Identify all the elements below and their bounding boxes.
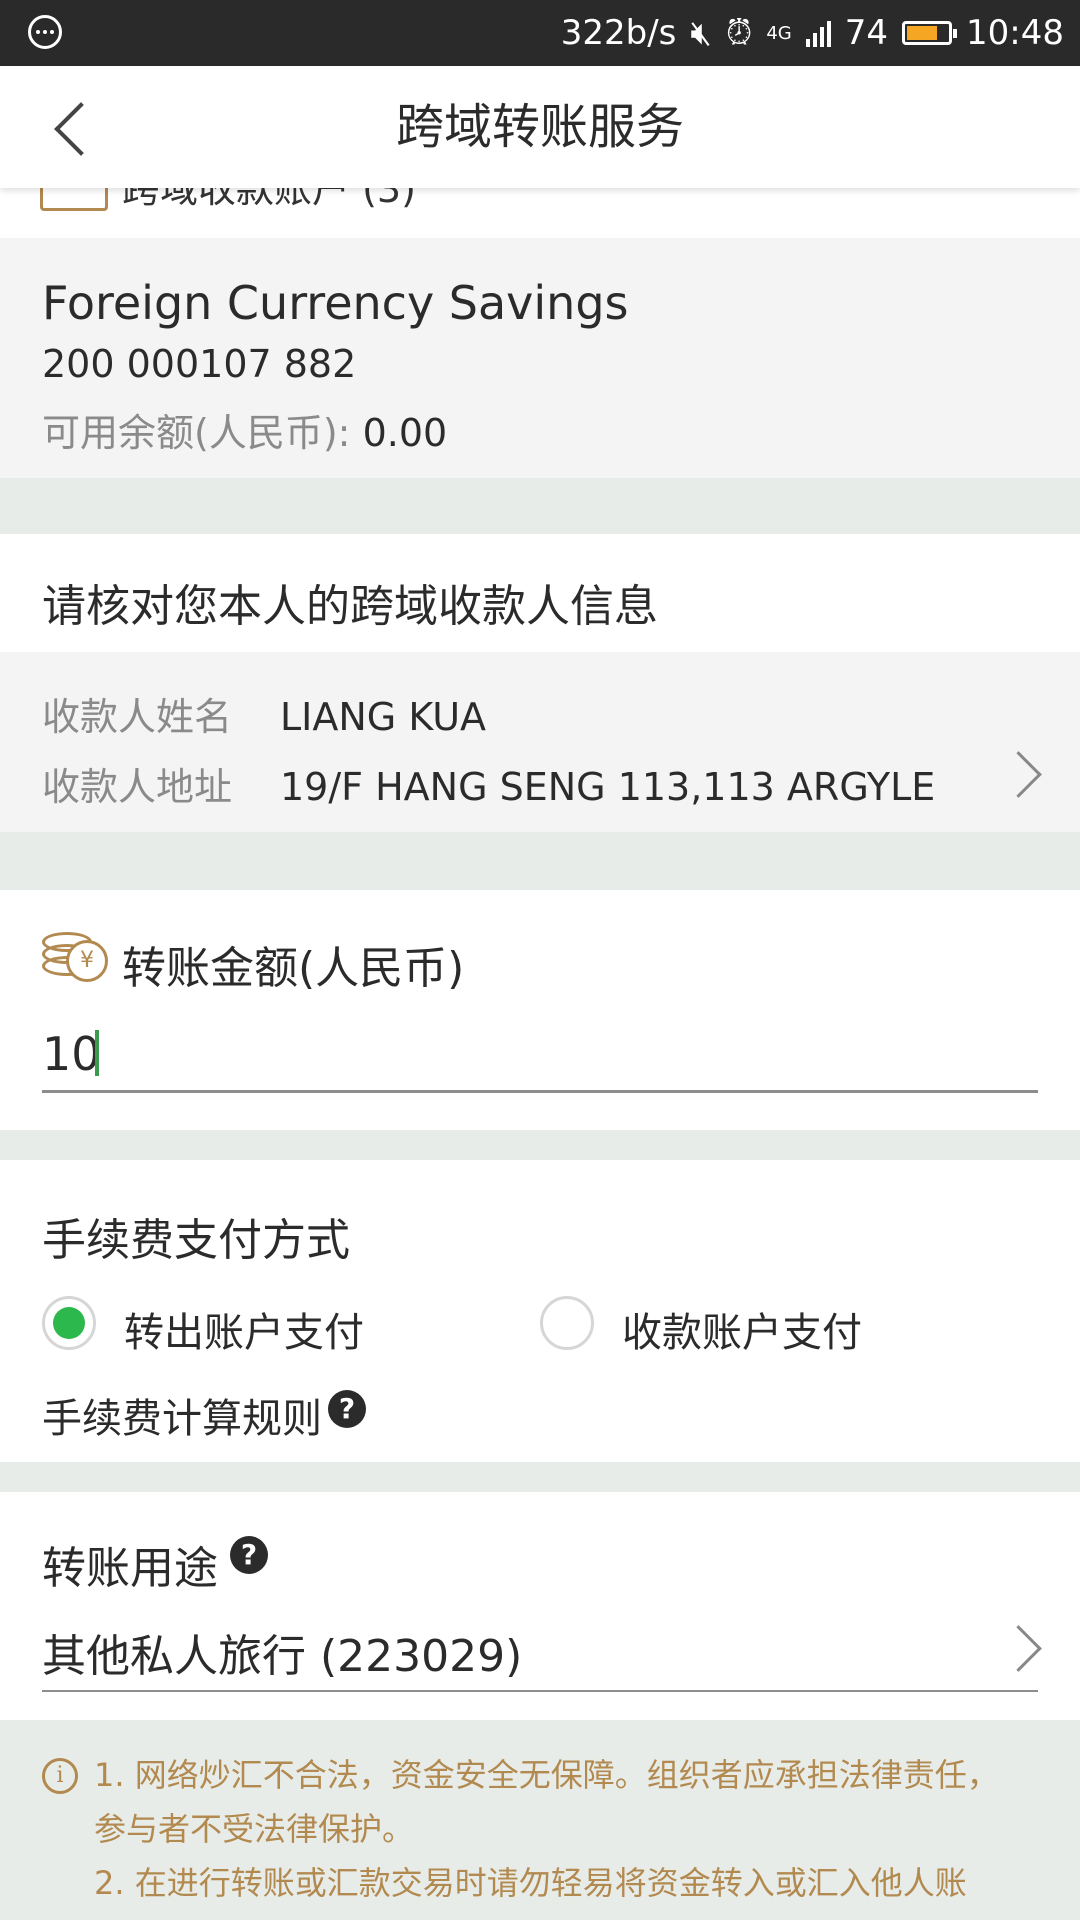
battery-level: 74 <box>844 13 889 53</box>
coins-icon: ¥ <box>42 928 108 982</box>
amount-section <box>0 890 1080 1130</box>
payee-section-title: 请核对您本人的跨域收款人信息 <box>42 581 658 632</box>
help-icon[interactable]: ? <box>328 1390 366 1428</box>
payee-name-value: LIANG KUA <box>280 695 487 739</box>
network-type: 4G <box>766 22 792 44</box>
payee-name-label: 收款人姓名 <box>42 695 233 739</box>
payee-address-value: 19/F HANG SENG 113,113 ARGYLE <box>280 765 936 809</box>
fee-section: 手续费支付方式 转出账户支付 收款账户支付 手续费计算规则 ? <box>0 1160 1080 1462</box>
page-title: 跨域转账服务 <box>395 99 684 155</box>
fee-receiving-radio[interactable] <box>540 1296 594 1350</box>
clock: 10:48 <box>966 13 1064 53</box>
signal-icon <box>805 19 831 47</box>
status-indicators: 322b/s 🔇︎ ⏰︎ 4G 74 10:48 <box>561 0 1064 66</box>
fee-outgoing-radio[interactable] <box>42 1296 96 1350</box>
purpose-section[interactable]: 转账用途 ? 其他私人旅行 (223029) <box>0 1492 1080 1720</box>
amount-label: 转账金额(人民币) <box>122 943 465 994</box>
notice-panel: i 1. 网络炒汇不合法，资金安全无保障。组织者应承担法律责任， 参与者不受法律… <box>0 1720 1080 1920</box>
source-account-card: Foreign Currency Savings 200 000107 882 … <box>0 238 1080 478</box>
payee-address-row: 收款人地址 19/F HANG SENG 113,113 ARGYLE <box>42 756 935 811</box>
help-icon[interactable]: ? <box>230 1536 268 1574</box>
account-number: 200 000107 882 <box>42 342 357 386</box>
fee-section-title: 手续费支付方式 <box>42 1215 350 1266</box>
chevron-right-icon[interactable] <box>995 1625 1042 1672</box>
balance-value: 0.00 <box>362 411 448 455</box>
text-cursor <box>95 1030 99 1076</box>
notice-line-2: 参与者不受法律保护。 <box>94 1810 415 1848</box>
cutoff-row-label: 跨域收款账户 (3) <box>122 188 416 211</box>
battery-icon <box>902 21 958 45</box>
chevron-right-icon[interactable] <box>995 751 1042 798</box>
account-balance: 可用余额(人民币): 0.00 <box>42 402 447 457</box>
info-icon: i <box>42 1758 78 1794</box>
network-speed: 322b/s <box>560 13 677 53</box>
payee-name-row: 收款人姓名 LIANG KUA <box>42 686 486 741</box>
amount-input[interactable] <box>42 1018 1038 1093</box>
payee-info-row[interactable]: 收款人姓名 LIANG KUA 收款人地址 19/F HANG SENG 113,1… <box>0 652 1080 832</box>
balance-label: 可用余额(人民币): <box>42 411 351 455</box>
more-icon <box>28 15 62 49</box>
payee-address-label: 收款人地址 <box>42 765 233 809</box>
alarm-icon: ⏰︎ <box>725 13 753 53</box>
fee-rule-link[interactable]: 手续费计算规则 <box>42 1386 322 1444</box>
fee-receiving-label[interactable]: 收款账户支付 <box>622 1300 862 1358</box>
notice-line-3: 2. 在进行转账或汇款交易时请勿轻易将资金转入或汇入他人账 <box>94 1864 967 1902</box>
payee-section-header: 请核对您本人的跨域收款人信息 <box>0 534 1080 652</box>
purpose-underline <box>42 1690 1038 1692</box>
mute-icon: 🔇︎ <box>690 13 712 53</box>
purpose-label: 转账用途 <box>42 1543 218 1594</box>
app-header: 跨域转账服务 <box>0 66 1080 188</box>
account-icon <box>40 188 108 211</box>
notice-line-1: 1. 网络炒汇不合法，资金安全无保障。组织者应承担法律责任， <box>94 1756 999 1794</box>
purpose-value: 其他私人旅行 (223029) <box>42 1631 523 1682</box>
account-name: Foreign Currency Savings <box>42 276 629 330</box>
cutoff-row[interactable]: 跨域收款账户 (3) <box>0 188 1080 238</box>
fee-outgoing-label[interactable]: 转出账户支付 <box>124 1300 364 1358</box>
status-bar: 322b/s 🔇︎ ⏰︎ 4G 74 10:48 <box>0 0 1080 66</box>
